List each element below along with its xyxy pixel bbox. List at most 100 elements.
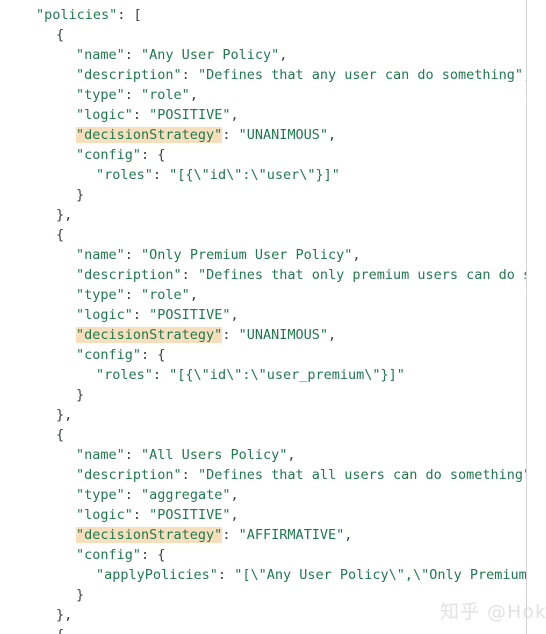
json-string-value: "All Users Policy" xyxy=(141,447,288,463)
code-line: } xyxy=(0,385,526,405)
json-punctuation: : xyxy=(132,507,150,523)
json-key: "logic" xyxy=(76,307,133,323)
json-punctuation: , xyxy=(352,247,361,263)
code-line: "decisionStrategy": "UNANIMOUS", xyxy=(0,125,526,145)
json-key: "config" xyxy=(76,547,142,563)
code-line: "roles": "[{\"id\":\"user_premium\"}]" xyxy=(0,365,526,385)
json-punctuation: } xyxy=(76,587,85,603)
json-punctuation: : xyxy=(152,167,170,183)
json-string-value: "[{\"id\":\"user_premium\"}]" xyxy=(169,367,405,383)
json-punctuation: , xyxy=(189,287,198,303)
code-line: "logic": "POSITIVE", xyxy=(0,505,526,525)
code-line: "type": "role", xyxy=(0,85,526,105)
json-key: "name" xyxy=(76,247,125,263)
highlighted-token: "decisionStrategy" xyxy=(76,327,223,343)
code-line: "description": "Defines that all users c… xyxy=(0,465,526,485)
code-line: "name": "Only Premium User Policy", xyxy=(0,245,526,265)
json-key: "policies" xyxy=(36,7,118,23)
json-key: "type" xyxy=(76,87,125,103)
json-punctuation: , xyxy=(287,447,296,463)
json-punctuation: , xyxy=(230,307,239,323)
pane-divider-rule xyxy=(526,0,527,634)
json-punctuation: : [ xyxy=(117,7,142,23)
json-punctuation: , xyxy=(344,527,353,543)
code-line: "description": "Defines that any user ca… xyxy=(0,65,526,85)
json-string-value: "POSITIVE" xyxy=(149,307,231,323)
code-line: "roles": "[{\"id\":\"user\"}]" xyxy=(0,165,526,185)
code-line: }, xyxy=(0,405,526,425)
json-punctuation: : xyxy=(181,267,198,283)
json-string-value: "UNANIMOUS" xyxy=(238,327,328,343)
json-code-viewer[interactable]: "policies": [ { "name": "Any User Policy",… xyxy=(0,0,546,634)
json-punctuation: : xyxy=(222,327,239,343)
json-punctuation: : xyxy=(124,447,142,463)
code-line: "type": "role", xyxy=(0,285,526,305)
json-key: "description" xyxy=(76,467,182,483)
json-string-value: "Defines that all users can do something… xyxy=(197,467,526,483)
json-punctuation: , xyxy=(279,47,288,63)
json-string-value: "role" xyxy=(141,287,190,303)
code-line: "type": "aggregate", xyxy=(0,485,526,505)
json-key: "applyPolicies" xyxy=(96,567,218,583)
json-punctuation: : { xyxy=(141,147,166,163)
json-punctuation: { xyxy=(56,427,65,443)
code-line: "config": { xyxy=(0,345,526,365)
code-line: "applyPolicies": "[\"Any User Policy\",\… xyxy=(0,565,526,585)
code-line: { xyxy=(0,625,526,634)
json-punctuation: { xyxy=(56,227,65,243)
json-punctuation: : xyxy=(217,567,235,583)
json-punctuation: } xyxy=(76,187,85,203)
code-listing[interactable]: "policies": [ { "name": "Any User Policy",… xyxy=(0,0,526,634)
json-punctuation: : xyxy=(132,307,150,323)
json-string-value: "role" xyxy=(141,87,190,103)
json-punctuation: }, xyxy=(56,207,73,223)
json-string-value: "[{\"id\":\"user\"}]" xyxy=(169,167,340,183)
json-punctuation: : { xyxy=(141,347,166,363)
json-string-value: "POSITIVE" xyxy=(149,107,231,123)
json-punctuation: : xyxy=(181,67,198,83)
code-line: } xyxy=(0,185,526,205)
json-punctuation: : xyxy=(124,47,142,63)
json-string-value: "POSITIVE" xyxy=(149,507,231,523)
json-key: "name" xyxy=(76,47,125,63)
json-string-value: "UNANIMOUS" xyxy=(238,127,328,143)
json-punctuation: : xyxy=(181,467,198,483)
json-punctuation: , xyxy=(230,107,239,123)
code-line: { xyxy=(0,425,526,445)
json-punctuation: : xyxy=(124,487,142,503)
json-punctuation: } xyxy=(76,387,85,403)
code-line: "name": "All Users Policy", xyxy=(0,445,526,465)
json-punctuation: , xyxy=(230,507,239,523)
json-string-value: "Defines that any user can do something" xyxy=(197,67,524,83)
json-punctuation: : xyxy=(124,287,142,303)
json-key: "logic" xyxy=(76,107,133,123)
code-line: } xyxy=(0,585,526,605)
json-string-value: "Any User Policy" xyxy=(141,47,280,63)
json-punctuation: , xyxy=(327,327,337,343)
json-key: "roles" xyxy=(96,367,153,383)
code-line: { xyxy=(0,225,526,245)
json-key: "name" xyxy=(76,447,125,463)
json-key: "description" xyxy=(76,67,182,83)
json-punctuation: }, xyxy=(56,407,73,423)
json-key: "type" xyxy=(76,487,125,503)
json-key: "description" xyxy=(76,267,182,283)
json-punctuation: }, xyxy=(56,607,73,623)
code-line: "description": "Defines that only premiu… xyxy=(0,265,526,285)
json-string-value: "aggregate" xyxy=(141,487,231,503)
json-string-value: "AFFIRMATIVE" xyxy=(238,527,345,543)
json-string-value: "Defines that only premium users can do … xyxy=(197,267,526,283)
code-line: "logic": "POSITIVE", xyxy=(0,105,526,125)
json-key: "config" xyxy=(76,147,142,163)
json-punctuation: : { xyxy=(141,547,166,563)
code-line: }, xyxy=(0,205,526,225)
highlighted-token: "decisionStrategy" xyxy=(76,127,223,143)
code-line: "logic": "POSITIVE", xyxy=(0,305,526,325)
json-punctuation: : xyxy=(124,87,142,103)
json-string-value: "Only Premium User Policy" xyxy=(141,247,353,263)
code-line: "decisionStrategy": "AFFIRMATIVE", xyxy=(0,525,526,545)
json-key: "roles" xyxy=(96,167,153,183)
json-punctuation: , xyxy=(230,487,239,503)
json-key: "config" xyxy=(76,347,142,363)
json-punctuation: , xyxy=(189,87,198,103)
